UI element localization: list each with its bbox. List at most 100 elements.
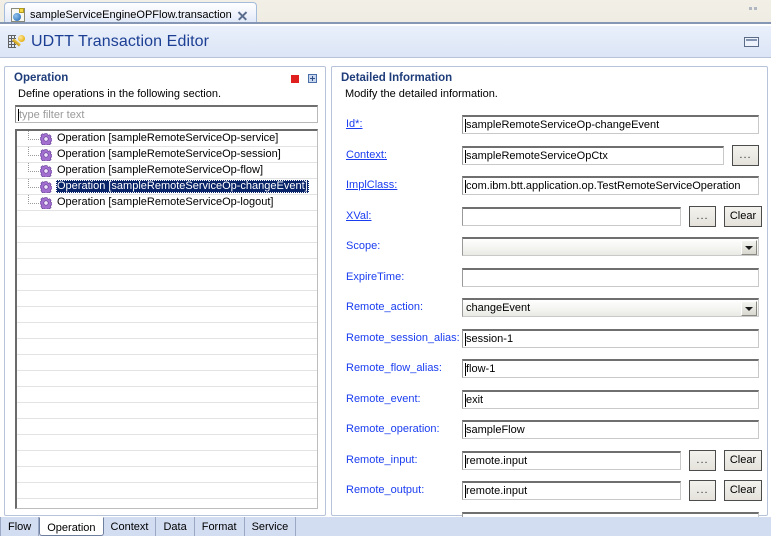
field-label: Remote_session_alias: xyxy=(346,331,460,344)
editor-tab-bar: sampleServiceEngineOPFlow.transaction xyxy=(0,0,771,24)
field-input[interactable]: session-1 xyxy=(462,328,759,348)
clear-button[interactable]: Clear xyxy=(724,205,762,227)
tab-overflow-icon[interactable] xyxy=(749,7,757,15)
field-value: session-1 xyxy=(466,332,514,345)
field-label: ExpireTime: xyxy=(346,270,405,283)
field-input[interactable]: remote.input xyxy=(462,481,681,500)
tree-row[interactable]: Operation [sampleRemoteServiceOp-session… xyxy=(17,146,317,163)
tree-row[interactable]: Operation [sampleRemoteServiceOp-flow] xyxy=(17,162,317,179)
chevron-down-icon[interactable] xyxy=(741,301,757,316)
restore-icon[interactable] xyxy=(744,37,759,47)
page-tab-flow[interactable]: Flow xyxy=(0,517,40,536)
browse-button[interactable]: ... xyxy=(689,205,716,227)
field-label[interactable]: Context: xyxy=(346,149,387,161)
tree-row[interactable]: Operation [sampleRemoteServiceOp-logout] xyxy=(17,194,317,211)
field-label[interactable]: ImplClass: xyxy=(346,179,397,191)
form-row: Remote_operation: sampleFlow xyxy=(332,420,769,440)
field-value: sampleFlow xyxy=(466,424,525,436)
field-label: Scope: xyxy=(346,240,381,252)
form-row: Id*: sampleRemoteServiceOp-changeEvent xyxy=(332,115,769,135)
gear-icon xyxy=(40,132,52,145)
form-header: UDTT Transaction Editor xyxy=(0,26,771,58)
field-value: sampleRemoteServiceOp-changeEvent xyxy=(466,119,660,131)
tree-connector-icon xyxy=(27,131,40,147)
tree-row-empty[interactable] xyxy=(17,371,317,387)
page-tab-operation[interactable]: Operation xyxy=(39,517,104,536)
form-row: Scope: xyxy=(332,237,769,257)
tree-item-label: Operation [sampleRemoteServiceOp-service… xyxy=(57,132,279,144)
tree-row-empty[interactable] xyxy=(17,243,317,259)
operation-tree[interactable]: Operation [sampleRemoteServiceOp-service… xyxy=(15,129,318,509)
field-label: Remote_operation: xyxy=(346,423,440,435)
gear-icon xyxy=(40,180,52,193)
tree-connector-icon xyxy=(27,194,40,211)
form-row: ExpireTime: xyxy=(332,267,769,288)
tree-row-empty[interactable] xyxy=(17,483,317,499)
field-input[interactable] xyxy=(462,267,759,287)
tree-row[interactable]: Operation [sampleRemoteServiceOp-changeE… xyxy=(17,178,317,195)
form-row: Remote_action: changeEvent xyxy=(332,298,769,318)
field-input[interactable]: com.ibm.btt.application.op.TestRemoteSer… xyxy=(462,176,759,195)
field-value: flow-1 xyxy=(466,363,496,375)
field-value: changeEvent xyxy=(466,302,531,314)
field-input[interactable]: sampleRemoteServiceOp-changeEvent xyxy=(462,115,759,134)
field-value: sampleRemoteServiceOpCtx xyxy=(466,149,608,162)
field-label: Remote_flow_alias: xyxy=(346,362,442,374)
tree-row[interactable]: Operation [sampleRemoteServiceOp-service… xyxy=(17,131,317,147)
tree-row-empty[interactable] xyxy=(17,339,317,355)
page-tab-format[interactable]: Format xyxy=(195,517,245,536)
tree-row-empty[interactable] xyxy=(17,419,317,435)
field-input[interactable]: flow-1 xyxy=(462,359,759,378)
tree-row-empty[interactable] xyxy=(17,355,317,371)
field-label[interactable]: Id*: xyxy=(346,118,363,130)
tree-row-empty[interactable] xyxy=(17,259,317,275)
page-tab-context[interactable]: Context xyxy=(104,517,157,536)
editor-tab-transaction[interactable]: sampleServiceEngineOPFlow.transaction xyxy=(4,2,257,24)
field-label[interactable]: XVal: xyxy=(346,210,371,222)
browse-button[interactable]: ... xyxy=(689,449,716,471)
form-row: Remote_session_alias: session-1 xyxy=(332,328,769,349)
form-row: ImplClass: com.ibm.btt.application.op.Tes… xyxy=(332,176,769,196)
browse-button[interactable]: ... xyxy=(689,480,716,501)
tree-row-empty[interactable] xyxy=(17,467,317,483)
tree-connector-icon xyxy=(27,178,40,195)
clear-button[interactable]: Clear xyxy=(724,480,762,501)
chevron-down-icon[interactable] xyxy=(741,240,757,255)
tree-row-empty[interactable] xyxy=(17,451,317,467)
tree-row-empty[interactable] xyxy=(17,323,317,339)
tree-row-empty[interactable] xyxy=(17,307,317,323)
tab-bar-rule xyxy=(0,22,771,24)
clear-button[interactable]: Clear xyxy=(724,449,762,471)
form-row: XVal:... Clear xyxy=(332,205,769,227)
filter-input[interactable]: type filter text xyxy=(15,105,318,123)
tree-row-empty[interactable] xyxy=(17,435,317,451)
field-value: remote.input xyxy=(466,454,528,467)
maximize-icon[interactable] xyxy=(308,74,317,83)
page-tab-service[interactable]: Service xyxy=(245,517,297,536)
detail-section-title: Detailed Information xyxy=(341,72,453,84)
tree-item-label: Operation [sampleRemoteServiceOp-flow] xyxy=(57,164,264,176)
tree-row-empty[interactable] xyxy=(17,211,317,227)
field-input[interactable]: exit xyxy=(462,389,759,409)
tree-row-empty[interactable] xyxy=(17,227,317,243)
tree-row-empty[interactable] xyxy=(17,403,317,419)
field-input[interactable]: remote.input xyxy=(462,450,681,470)
browse-button[interactable]: ... xyxy=(732,144,759,166)
operation-section-subtitle: Define operations in the following secti… xyxy=(18,88,222,100)
tree-row-empty[interactable] xyxy=(17,275,317,291)
form-row: Remote_flow_alias: flow-1 xyxy=(332,359,769,379)
tree-row-empty[interactable] xyxy=(17,387,317,403)
gear-icon xyxy=(40,196,52,209)
stop-icon[interactable] xyxy=(291,74,299,83)
field-input[interactable]: sampleFlow xyxy=(462,420,759,439)
field-input[interactable]: sampleRemoteServiceOpCtx xyxy=(462,145,724,165)
page-tab-data[interactable]: Data xyxy=(156,517,195,536)
form-row: Context: sampleRemoteServiceOpCtx... xyxy=(332,144,769,166)
tree-item-label: Operation [sampleRemoteServiceOp-session… xyxy=(57,148,281,160)
close-icon[interactable] xyxy=(237,10,248,21)
tree-row-empty[interactable] xyxy=(17,291,317,307)
field-input[interactable]: changeEvent xyxy=(462,298,759,317)
filter-placeholder: type filter text xyxy=(19,109,85,121)
field-input[interactable] xyxy=(462,237,759,256)
field-input[interactable] xyxy=(462,206,681,226)
